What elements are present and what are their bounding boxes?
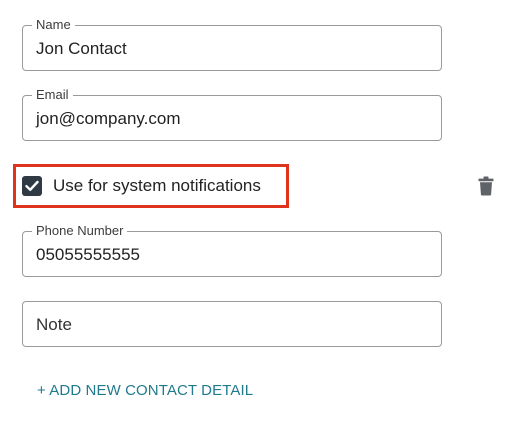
system-notifications-checkbox[interactable] xyxy=(22,176,42,196)
contact-form: Name Jon Contact Email jon@company.com U… xyxy=(0,0,528,440)
name-field-value[interactable]: Jon Contact xyxy=(36,38,127,60)
check-icon xyxy=(25,180,39,191)
system-notifications-label: Use for system notifications xyxy=(53,176,261,195)
name-field-label: Name xyxy=(32,17,75,33)
add-contact-detail-link[interactable]: + ADD NEW CONTACT DETAIL xyxy=(37,382,253,400)
name-field[interactable]: Name Jon Contact xyxy=(22,17,442,71)
delete-button[interactable] xyxy=(478,176,494,196)
system-notifications-option[interactable]: Use for system notifications xyxy=(22,175,261,197)
phone-field-label: Phone Number xyxy=(32,223,128,239)
email-field-label: Email xyxy=(32,87,73,103)
email-field[interactable]: Email jon@company.com xyxy=(22,87,442,141)
email-field-value[interactable]: jon@company.com xyxy=(36,108,181,130)
phone-field[interactable]: Phone Number 05055555555 xyxy=(22,223,442,277)
note-field-placeholder: Note xyxy=(36,315,72,334)
phone-field-value[interactable]: 05055555555 xyxy=(36,244,140,266)
note-field[interactable]: Note xyxy=(22,301,442,347)
trash-icon xyxy=(478,176,494,196)
